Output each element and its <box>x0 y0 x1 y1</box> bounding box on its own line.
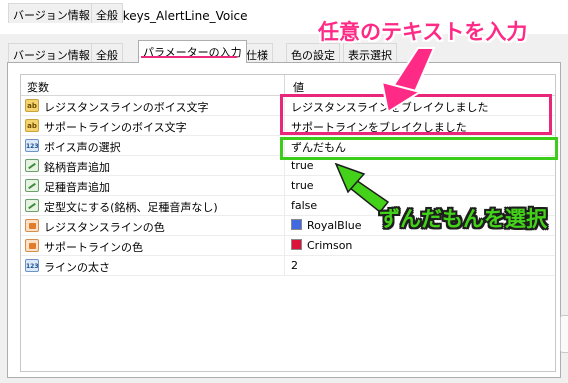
header-variable[interactable]: 変数 <box>27 79 49 95</box>
color-type-icon <box>25 239 39 252</box>
side-scroll-handle[interactable] <box>560 315 568 353</box>
param-value-select[interactable]: true <box>291 179 314 192</box>
tab-display-selection[interactable]: 表示選択 <box>343 43 397 63</box>
param-name: サポートラインのボイス文字 <box>44 121 187 134</box>
color-type-icon <box>25 219 39 232</box>
number-type-icon: 123 <box>25 259 39 272</box>
tab-version-info[interactable]: バージョン情報 <box>8 43 95 63</box>
tab-input-parameters[interactable]: パラメーターの入力 <box>138 40 247 63</box>
param-name: ボイス声の選択 <box>44 141 121 154</box>
table-row[interactable]: 足種音声追加 true <box>21 176 555 196</box>
tab-color-settings[interactable]: 色の設定 <box>286 43 340 63</box>
param-value-color-picker[interactable]: Crimson <box>291 239 352 252</box>
cell-divider <box>284 216 285 236</box>
cell-divider <box>284 236 285 256</box>
annotation-enter-any-text: 任意のテキストを入力 <box>318 20 528 44</box>
param-name: 定型文にする(銘柄、足種音声なし) <box>44 201 218 214</box>
bool-type-icon <box>25 179 39 192</box>
string-type-icon: ab <box>25 119 39 132</box>
param-name: レジスタンスラインの色 <box>44 221 165 234</box>
cell-divider <box>284 196 285 216</box>
bool-type-icon <box>25 199 39 212</box>
param-name: 足種音声追加 <box>44 181 110 194</box>
number-type-icon: 123 <box>25 139 39 152</box>
tab-general[interactable]: 全般 <box>91 3 123 23</box>
cell-divider <box>284 256 285 276</box>
param-value-input[interactable]: 2 <box>291 259 298 272</box>
text-fields-highlight-box <box>280 94 552 135</box>
color-swatch <box>291 219 302 230</box>
cell-divider <box>284 176 285 196</box>
grid-header: 変数 値 <box>21 75 555 96</box>
table-row[interactable]: 123 ラインの太さ 2 <box>21 256 555 276</box>
tab-version-info[interactable]: バージョン情報 <box>8 3 95 23</box>
voice-selection-highlight-box <box>280 137 558 160</box>
param-value-select[interactable]: true <box>291 159 314 172</box>
table-row[interactable]: サポートラインの色 Crimson <box>21 236 555 256</box>
param-value-select[interactable]: false <box>291 199 317 212</box>
color-swatch <box>291 239 302 250</box>
tab-general[interactable]: 全般 <box>91 43 123 63</box>
annotation-select-zundamon: ずんだもんを選択 <box>379 207 547 231</box>
color-name: Crimson <box>307 239 353 252</box>
param-name: レジスタンスラインのボイス文字 <box>44 101 209 114</box>
param-name: 銘柄音声追加 <box>44 161 110 174</box>
active-tab-underline <box>141 56 237 58</box>
param-value-color-picker[interactable]: RoyalBlue <box>291 219 362 232</box>
string-type-icon: ab <box>25 99 39 112</box>
param-name: ラインの太さ <box>44 261 110 274</box>
header-divider[interactable] <box>284 75 285 96</box>
color-name: RoyalBlue <box>307 219 362 232</box>
param-name: サポートラインの色 <box>44 241 143 254</box>
header-value[interactable]: 値 <box>293 79 304 95</box>
bool-type-icon <box>25 159 39 172</box>
